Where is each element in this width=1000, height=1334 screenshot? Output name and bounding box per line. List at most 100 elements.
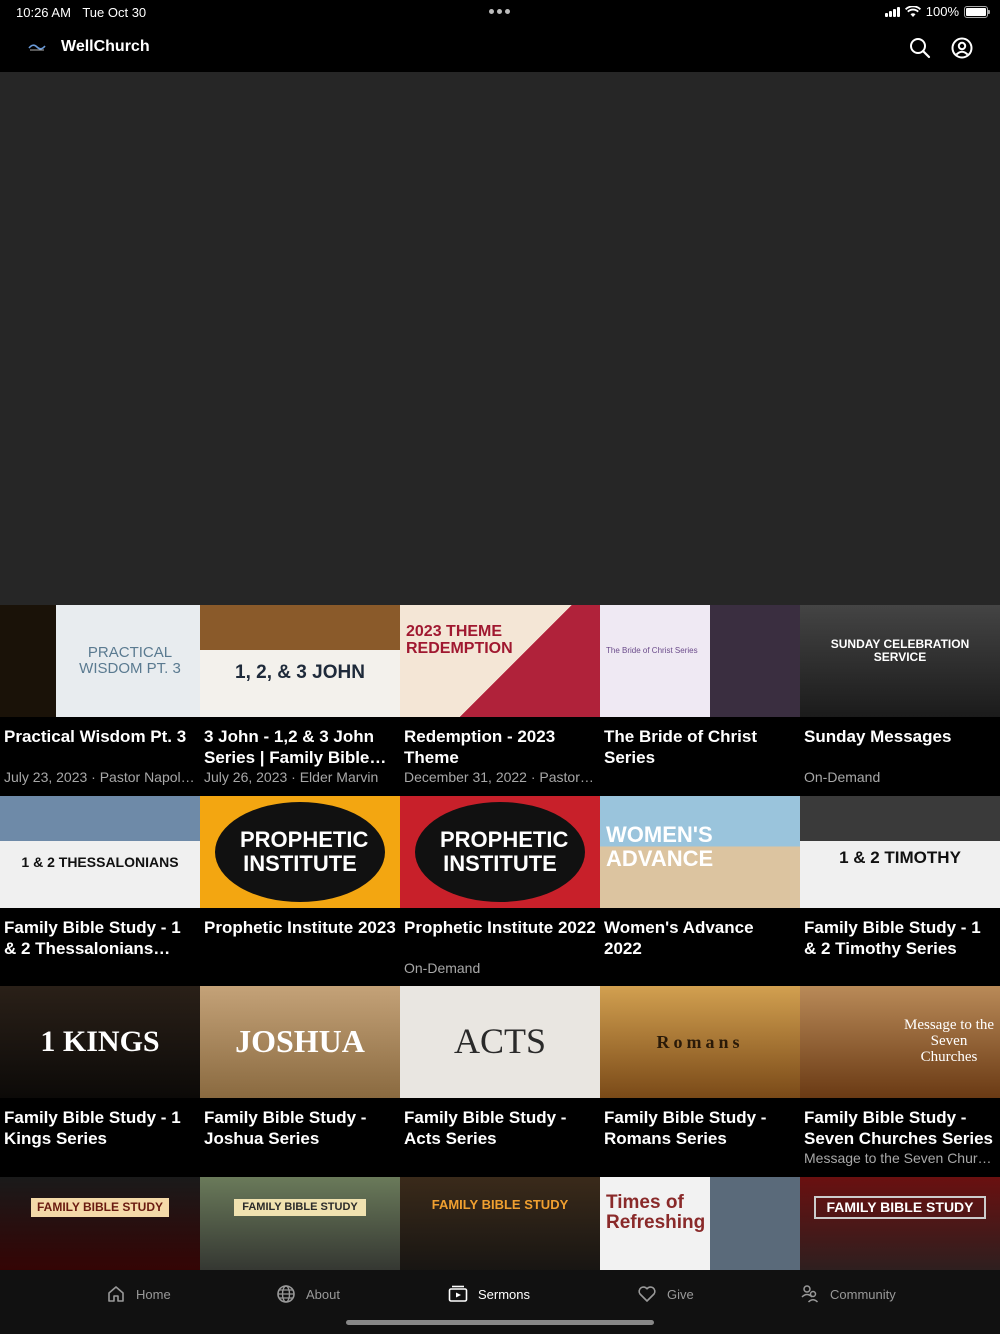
status-left: 10:26 AM Tue Oct 30 [16,5,154,20]
account-button[interactable] [950,36,974,60]
card-title: Redemption - 2023 Theme [404,727,556,767]
sermon-thumbnail: JOSHUA [200,986,400,1098]
tab-sermons[interactable]: Sermons [448,1284,530,1304]
status-date: Tue Oct 30 [82,5,147,20]
card-title: Prophetic Institute 2023 [204,917,396,937]
tab-label: About [306,1286,340,1302]
card-title: Prophetic Institute 2022 [404,917,596,937]
card-title: Family Bible Study - Joshua Series [204,1108,367,1148]
grid-row: 1 & 2 THESSALONIANS Family Bible Study -… [0,795,1000,987]
sermon-grid: PRACTICAL WISDOM PT. 3 Practical Wisdom … [0,605,1000,1270]
tab-label: Sermons [478,1286,531,1302]
search-icon [910,38,931,59]
sermon-thumbnail: WOMEN'S ADVANCE [600,795,800,908]
sermon-card[interactable]: PRACTICAL WISDOM PT. 3 Practical Wisdom … [0,605,200,796]
hero-banner[interactable] [0,72,1000,605]
sermon-thumbnail: 1 & 2 THESSALONIANS [0,795,200,908]
sermon-card[interactable]: Message to the Seven Churches Family Bib… [800,986,1000,1177]
signal-icon [884,6,900,17]
sermon-card[interactable]: Times of Refreshing [600,1176,800,1270]
tab-label: Give [667,1286,694,1302]
tv-icon [448,1285,468,1302]
card-title: Family Bible Study - 1 & 2 Timothy Serie… [804,917,981,958]
app-bar: WellChurch [0,24,1000,72]
app-actions [908,36,974,60]
multitasking-dots-icon[interactable] [489,9,510,14]
sermon-card[interactable]: 1 & 2 TIMOTHY Family Bible Study - 1 & 2… [800,795,1000,987]
sermon-card[interactable]: WOMEN'S ADVANCE Women's Advance 2022 [600,795,800,987]
sermon-thumbnail: PROPHETIC INSTITUTE [200,795,400,908]
thumbnail-badge: PROPHETIC INSTITUTE [415,801,585,902]
sermon-thumbnail: Romans [600,986,800,1098]
globe-icon [277,1285,295,1303]
user-circle-icon [951,37,973,59]
sermon-thumbnail: Message to the Seven Churches [800,986,1000,1098]
card-title: Family Bible Study - Acts Series [404,1108,567,1148]
sermon-thumbnail: PROPHETIC INSTITUTE [400,795,600,908]
sermon-card[interactable]: FAMILY BIBLE STUDY [200,1176,400,1270]
sermon-card[interactable]: PROPHETIC INSTITUTE Prophetic Institute … [200,795,400,987]
tab-give[interactable]: Give [637,1284,694,1304]
sermon-thumbnail: The Bride of Christ Series [600,605,800,717]
grid-row: FAMILY BIBLE STUDY FAMILY BIBLE STUDY FA… [0,1176,1000,1270]
church-logo-icon [28,44,46,51]
heart-icon [638,1286,656,1302]
sermon-card[interactable]: The Bride of Christ Series The Bride of … [600,605,800,796]
sermon-thumbnail: FAMILY BIBLE STUDY [800,1176,1000,1270]
tab-home[interactable]: Home [106,1284,171,1304]
grid-row: 1 KINGS Family Bible Study - 1 Kings Ser… [0,986,1000,1177]
thumbnail-badge: PROPHETIC INSTITUTE [215,801,385,902]
sermon-thumbnail: 1 & 2 TIMOTHY [800,795,1000,908]
sermon-thumbnail: 1 KINGS [0,986,200,1098]
card-title: Family Bible Study - 1 Kings Series [4,1108,181,1148]
home-indicator[interactable] [346,1320,654,1325]
sermon-card[interactable]: 1, 2, & 3 JOHN 3 John - 1,2 & 3 John Ser… [200,605,400,796]
home-icon [108,1286,124,1302]
battery-percent: 100% [925,4,959,19]
sermon-card[interactable]: 1 KINGS Family Bible Study - 1 Kings Ser… [0,986,200,1177]
card-title: Family Bible Study - Romans Series [604,1108,767,1148]
card-title: Practical Wisdom Pt. 3 [4,727,187,746]
card-title: Family Bible Study - 1 & 2 Thessalonians… [4,917,181,958]
sermon-card[interactable]: ACTS Family Bible Study - Acts Series [400,986,600,1177]
card-title: Women's Advance 2022 [604,917,754,958]
sermon-card[interactable]: FAMILY BIBLE STUDY [800,1176,1000,1270]
card-subtitle: Message to the Seven Churches [804,1150,1000,1166]
card-title: Family Bible Study - Seven Churches Seri… [804,1108,993,1148]
battery-icon [964,5,990,18]
sermon-thumbnail: 2023 THEME REDEMPTION [400,605,600,717]
sermon-card[interactable]: PROPHETIC INSTITUTE Prophetic Institute … [400,795,600,987]
tab-about[interactable]: About [276,1284,340,1304]
sermon-card[interactable]: JOSHUA Family Bible Study - Joshua Serie… [200,986,400,1177]
status-right: 100% [884,4,990,19]
card-subtitle: July 23, 2023 · Pastor Napoleon Kaufman [4,769,200,785]
sermon-thumbnail: FAMILY BIBLE STUDY [200,1176,400,1270]
sermon-card[interactable]: FAMILY BIBLE STUDY [400,1176,600,1270]
card-title: Sunday Messages [804,727,952,746]
card-title: The Bride of Christ Series [604,727,758,767]
card-subtitle: On-Demand [804,769,881,785]
search-button[interactable] [908,36,932,60]
status-bar: 10:26 AM Tue Oct 30 100% [0,0,1000,24]
sermon-thumbnail: FAMILY BIBLE STUDY [400,1176,600,1270]
card-subtitle: On-Demand [404,959,481,976]
sermon-thumbnail: 1, 2, & 3 JOHN [200,605,400,717]
sermon-card[interactable]: 1 & 2 THESSALONIANS Family Bible Study -… [0,795,200,987]
sermon-card[interactable]: FAMILY BIBLE STUDY [0,1176,200,1270]
card-subtitle: December 31, 2022 · Pastor Napoleon Kauf… [404,769,600,785]
tab-community[interactable]: Community [800,1284,896,1304]
sermon-card[interactable]: 2023 THEME REDEMPTION Redemption - 2023 … [400,605,600,796]
wifi-icon [904,5,921,17]
card-subtitle: July 26, 2023 · Elder Marvin [204,769,379,785]
sermon-thumbnail: Times of Refreshing [600,1176,800,1270]
sermon-card[interactable]: SUNDAY CELEBRATION SERVICE Sunday Messag… [800,605,1000,796]
app-title: WellChurch [61,38,150,55]
tab-label: Home [136,1286,171,1302]
grid-row: PRACTICAL WISDOM PT. 3 Practical Wisdom … [0,605,1000,796]
sermon-thumbnail: SUNDAY CELEBRATION SERVICE [800,605,1000,717]
sermon-thumbnail: ACTS [400,986,600,1098]
tab-label: Community [830,1286,896,1302]
sermon-thumbnail: FAMILY BIBLE STUDY [0,1176,200,1270]
sermon-card[interactable]: Romans Family Bible Study - Romans Serie… [600,986,800,1177]
card-title: 3 John - 1,2 & 3 John Series | Family Bi… [204,727,375,767]
